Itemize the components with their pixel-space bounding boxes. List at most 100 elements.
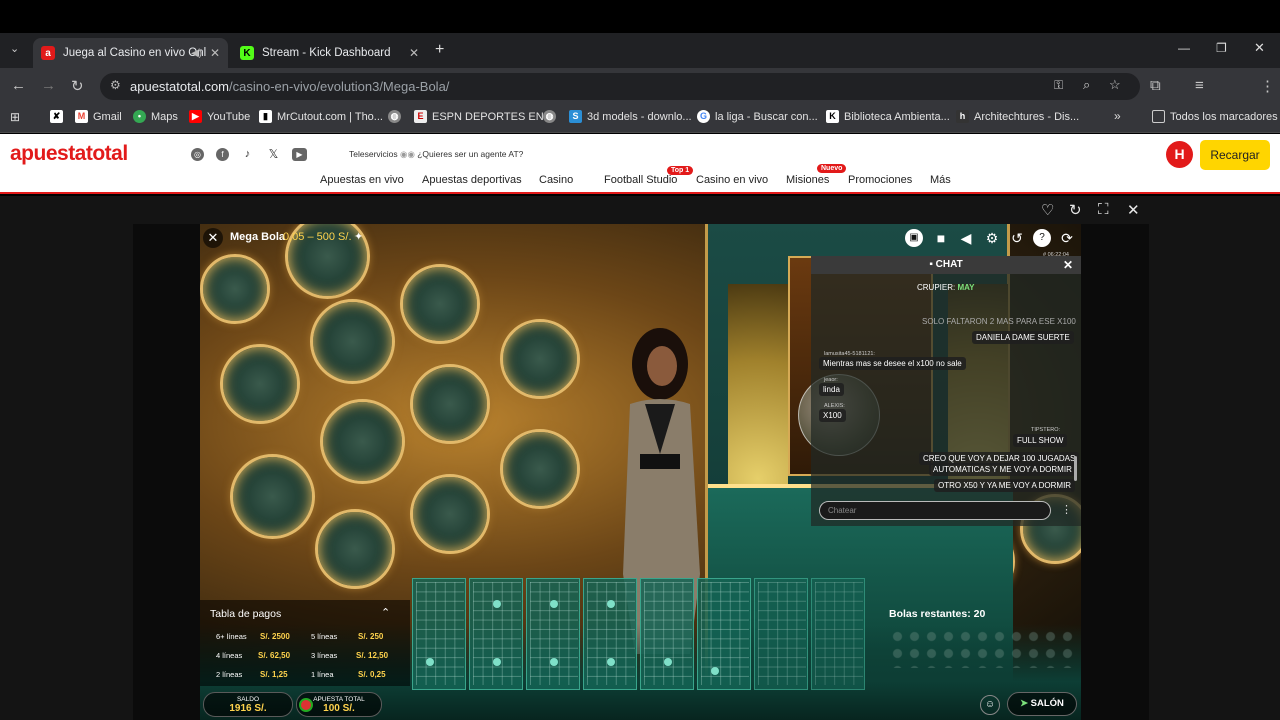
url-path: /casino-en-vivo/evolution3/Mega-Bola/ (229, 79, 450, 94)
bookmark-mrcutout[interactable]: ▮ MrCutout.com | Tho... (259, 110, 383, 123)
address-bar[interactable]: ⚙ apuestatotal.com/casino-en-vivo/evolut… (100, 73, 1140, 100)
menu-misiones[interactable]: Misiones (786, 174, 829, 186)
close-game-icon[interactable]: ✕ (1127, 201, 1140, 219)
close-tab-icon[interactable]: ✕ (409, 46, 419, 60)
speaker-icon[interactable]: ◀) (191, 48, 202, 59)
close-video-icon[interactable]: ✕ (203, 228, 223, 248)
espn-icon: E (414, 110, 427, 123)
tab-casino[interactable]: a Juega al Casino en vivo Onl ◀) ✕ (33, 38, 228, 68)
extensions-icon[interactable]: ⧉ (1150, 77, 1161, 94)
bingo-card[interactable] (697, 578, 751, 690)
bookmark-3dmodels[interactable]: S 3d models - downlo... (569, 110, 692, 123)
marked-number (664, 658, 672, 666)
close-chat-icon[interactable]: ✕ (1063, 256, 1073, 274)
bingo-card[interactable] (583, 578, 637, 690)
3d-models-icon: S (569, 110, 582, 123)
help-icon[interactable]: ? (1033, 229, 1051, 247)
favorite-heart-icon[interactable]: ♡ (1041, 201, 1054, 219)
minimize-icon[interactable]: — (1178, 41, 1190, 55)
top-black-bar (0, 0, 1280, 33)
paytable-payout: S/. 2500 (260, 632, 290, 641)
user-avatar[interactable]: H (1166, 141, 1193, 168)
bookmark-maps[interactable]: • Maps (133, 110, 178, 123)
bookmark-youtube[interactable]: ▶ YouTube (189, 110, 250, 123)
chat-scrollbar[interactable] (1074, 456, 1077, 481)
close-tab-icon[interactable]: ✕ (210, 46, 220, 60)
all-bookmarks[interactable]: Todos los marcadores (1152, 110, 1278, 123)
chat-title: CHAT (935, 259, 963, 270)
bingo-card[interactable] (754, 578, 808, 690)
menu-casino-en-vivo[interactable]: Casino en vivo (696, 174, 768, 186)
chat-toggle-icon[interactable]: ▣ (905, 229, 923, 247)
folder-icon (1152, 110, 1165, 123)
apps-grid-icon[interactable]: ⊞ (10, 110, 20, 124)
maximize-icon[interactable]: ❐ (1216, 41, 1227, 55)
history-icon[interactable]: ↺ (1008, 229, 1026, 247)
bingo-card[interactable] (526, 578, 580, 690)
collapse-chevron-icon[interactable]: ⌃ (381, 606, 390, 619)
bookmark-laliga[interactable]: Gla liga - Buscar con... (697, 110, 818, 123)
bingo-card[interactable] (469, 578, 523, 690)
pin-icon[interactable]: ✦ (354, 230, 363, 243)
tab-kick[interactable]: K Stream - Kick Dashboard ✕ (232, 38, 427, 68)
chat-options-icon[interactable]: ⋮ (1061, 503, 1072, 516)
chat-input[interactable]: Chatear (819, 501, 1051, 520)
video-quality-icon[interactable]: ■ (932, 229, 950, 247)
fullscreen-icon[interactable]: ⛶ (1098, 201, 1109, 218)
reload-icon[interactable]: ↻ (71, 77, 84, 95)
refresh-game-icon[interactable]: ↻ (1069, 201, 1082, 219)
instagram-icon[interactable]: ◎ (191, 148, 204, 161)
close-window-icon[interactable]: ✕ (1254, 40, 1265, 56)
paytable-payout: S/. 1,25 (260, 670, 288, 679)
bingo-card[interactable] (640, 578, 694, 690)
facebook-icon[interactable]: f (216, 148, 229, 161)
bookmark-label: Gmail (93, 110, 122, 123)
settings-gear-icon[interactable]: ⚙ (983, 229, 1001, 247)
more-bookmarks-icon[interactable]: » (1114, 109, 1121, 123)
menu-casino[interactable]: Casino (539, 174, 573, 186)
tiktok-icon[interactable]: ♪ (241, 148, 254, 161)
bookmark-biblioteca[interactable]: K Biblioteca Ambienta... (826, 110, 950, 123)
password-key-icon[interactable]: ⚿ (1054, 78, 1063, 93)
youtube-icon[interactable]: ▶ (292, 148, 307, 161)
bookmark-architechtures[interactable]: h Architechtures - Dis... (956, 110, 1079, 123)
menu-dots-icon[interactable]: ⋮ (1260, 77, 1275, 95)
bingo-card[interactable] (412, 578, 466, 690)
media-controls-icon[interactable]: ≡ (1195, 77, 1204, 94)
bookmark-espn[interactable]: E ESPN DEPORTES EN... (414, 110, 553, 123)
bookmark-globe-2[interactable]: ◍ (543, 110, 561, 123)
bookmark-star-icon[interactable]: ☆ (1109, 77, 1121, 93)
lobby-button[interactable]: ➤ SALÓN (1007, 692, 1077, 716)
zoom-icon[interactable]: ⌕ (1083, 77, 1090, 93)
menu-football-studio[interactable]: Football Studio (604, 174, 677, 186)
new-tab-icon[interactable]: + (435, 41, 444, 59)
bookmark-gmail[interactable]: M Gmail (75, 110, 122, 123)
site-logo[interactable]: apuestatotal (10, 142, 128, 166)
bingo-card[interactable] (811, 578, 865, 690)
paytable-payout: S/. 62,50 (258, 651, 291, 660)
emoji-chat-icon[interactable]: ☺ (980, 695, 1000, 715)
tab-search-icon[interactable]: ⌄ (10, 42, 19, 55)
site-info-icon[interactable]: ⚙ (110, 78, 121, 92)
top1-badge: Top 1 (667, 166, 694, 175)
decor-circle (315, 509, 395, 589)
teleservices-label: Teleservicios (349, 149, 398, 159)
teleservices[interactable]: Teleservicios ◉◉ ¿Quieres ser un agente … (349, 149, 523, 160)
sound-icon[interactable]: ◀ (957, 229, 975, 247)
card-grid (473, 582, 521, 685)
menu-apuestas-en-vivo[interactable]: Apuestas en vivo (320, 174, 404, 186)
bookmark-x[interactable]: ✘ (50, 110, 68, 123)
menu-apuestas-deportivas[interactable]: Apuestas deportivas (422, 174, 522, 186)
url-host: apuestatotal.com (130, 79, 230, 94)
menu-promociones[interactable]: Promociones (848, 174, 912, 186)
forward-icon[interactable]: → (41, 77, 56, 94)
lobby-icon[interactable]: ⟳ (1058, 229, 1076, 247)
bookmark-label: Biblioteca Ambienta... (844, 110, 950, 123)
paytable-payout: S/. 12,50 (356, 651, 389, 660)
recharge-button[interactable]: Recargar (1200, 140, 1270, 170)
back-icon[interactable]: ← (11, 77, 26, 94)
chat-message: AUTOMATICAS Y ME VOY A DORMIR (929, 463, 1076, 476)
bookmark-globe[interactable]: ◍ (388, 110, 406, 123)
menu-mas[interactable]: Más (930, 174, 951, 186)
x-twitter-icon[interactable]: 𝕏 (267, 148, 280, 161)
